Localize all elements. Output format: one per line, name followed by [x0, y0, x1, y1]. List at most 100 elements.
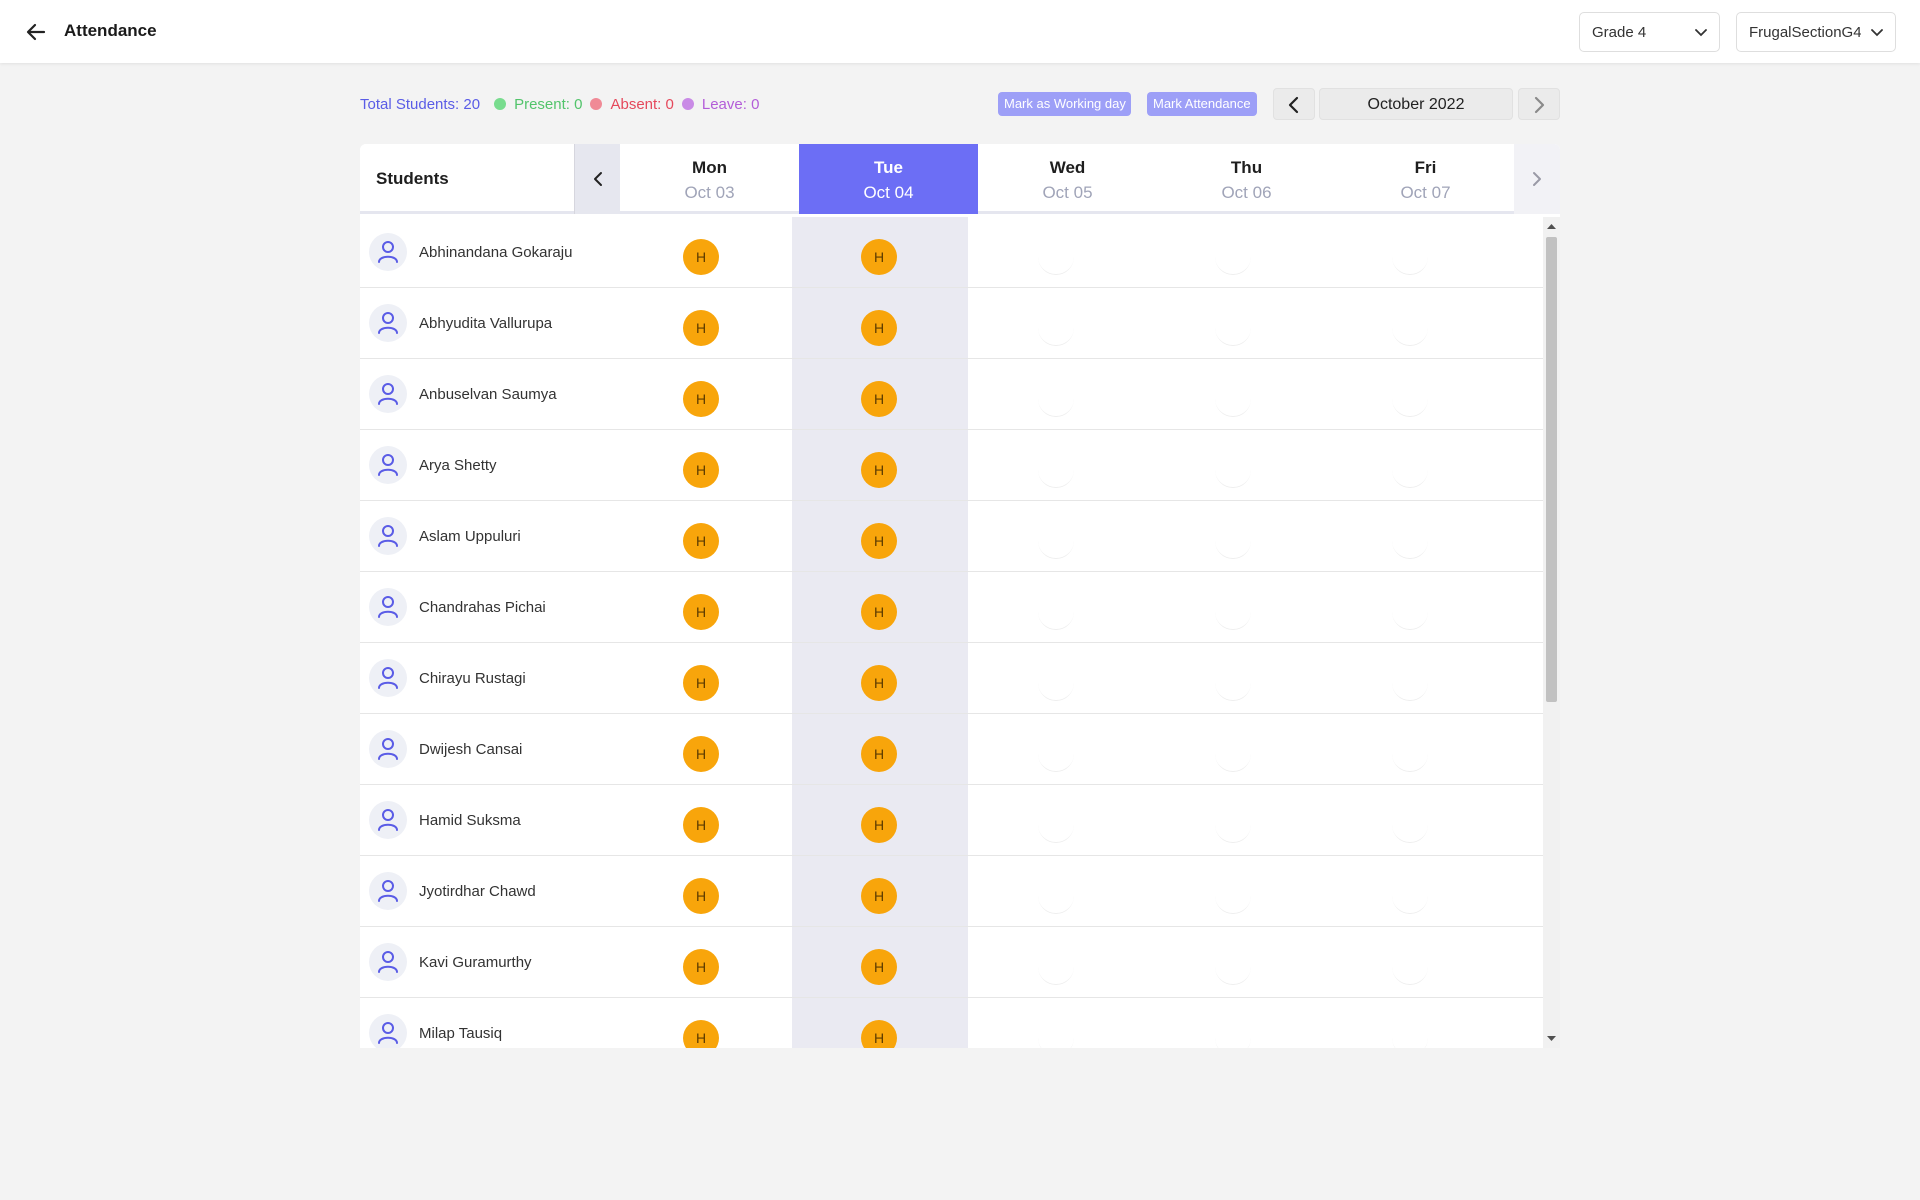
holiday-badge[interactable]: H — [683, 523, 719, 559]
grade-select-value: Grade 4 — [1592, 24, 1647, 41]
attendance-cell-empty[interactable] — [1215, 452, 1251, 488]
holiday-badge[interactable]: H — [861, 878, 897, 914]
holiday-badge[interactable]: H — [861, 239, 897, 275]
attendance-cell-empty[interactable] — [1215, 949, 1251, 985]
attendance-cell-empty[interactable] — [1038, 949, 1074, 985]
section-select[interactable]: FrugalSectionG4 — [1736, 12, 1896, 52]
day-date: Oct 04 — [863, 183, 914, 202]
holiday-badge[interactable]: H — [683, 878, 719, 914]
attendance-cell-empty[interactable] — [1392, 594, 1428, 630]
holiday-badge[interactable]: H — [683, 239, 719, 275]
holiday-badge[interactable]: H — [683, 949, 719, 985]
attendance-cell-empty[interactable] — [1215, 878, 1251, 914]
attendance-table: Students Mon Oct 03 Tue Oct 04 Wed Oct 05 Thu O… — [360, 144, 1560, 1048]
attendance-cell-empty[interactable] — [1215, 523, 1251, 559]
avatar — [369, 659, 407, 697]
table-row: Arya Shetty H H — [360, 430, 1543, 501]
holiday-badge[interactable]: H — [861, 736, 897, 772]
attendance-cell-empty[interactable] — [1038, 878, 1074, 914]
attendance-cell-empty[interactable] — [1215, 239, 1251, 275]
day-header-3[interactable]: Thu Oct 06 — [1157, 144, 1336, 214]
holiday-badge[interactable]: H — [861, 807, 897, 843]
day-date: Oct 03 — [684, 183, 735, 202]
holiday-badge[interactable]: H — [683, 665, 719, 701]
attendance-cell-empty[interactable] — [1038, 807, 1074, 843]
table-row: Jyotirdhar Chawd H H — [360, 856, 1543, 927]
attendance-cell-empty[interactable] — [1392, 736, 1428, 772]
holiday-badge[interactable]: H — [861, 1020, 897, 1048]
user-icon — [378, 312, 398, 334]
scrollbar-thumb[interactable] — [1546, 237, 1557, 702]
attendance-cell-empty[interactable] — [1038, 239, 1074, 275]
holiday-badge[interactable]: H — [861, 452, 897, 488]
attendance-cell-empty[interactable] — [1392, 381, 1428, 417]
holiday-badge[interactable]: H — [861, 665, 897, 701]
chevron-left-icon — [594, 172, 602, 186]
attendance-cell-empty[interactable] — [1038, 1020, 1074, 1048]
day-name: Wed — [1049, 158, 1086, 177]
attendance-cell-empty[interactable] — [1038, 736, 1074, 772]
mark-attendance-button[interactable]: Mark Attendance — [1147, 92, 1257, 116]
attendance-cell-empty[interactable] — [1215, 310, 1251, 346]
holiday-badge[interactable]: H — [861, 949, 897, 985]
table-row: Aslam Uppuluri H H — [360, 501, 1543, 572]
holiday-badge[interactable]: H — [683, 594, 719, 630]
day-name: Tue — [874, 158, 903, 177]
attendance-cell-empty[interactable] — [1215, 594, 1251, 630]
attendance-cell-empty[interactable] — [1038, 310, 1074, 346]
attendance-cell-empty[interactable] — [1038, 523, 1074, 559]
holiday-badge[interactable]: H — [683, 310, 719, 346]
avatar — [369, 943, 407, 981]
attendance-cell-empty[interactable] — [1215, 807, 1251, 843]
attendance-cell-empty[interactable] — [1392, 878, 1428, 914]
holiday-badge[interactable]: H — [683, 381, 719, 417]
attendance-cell-empty[interactable] — [1215, 665, 1251, 701]
attendance-cell-empty[interactable] — [1392, 949, 1428, 985]
table-scrollbar[interactable] — [1543, 217, 1560, 1048]
attendance-cell-empty[interactable] — [1392, 807, 1428, 843]
top-bar: Attendance Grade 4 FrugalSectionG4 — [0, 0, 1920, 63]
day-header-1[interactable]: Tue Oct 04 — [799, 144, 978, 214]
user-icon — [378, 241, 398, 263]
next-days-button[interactable] — [1514, 144, 1560, 214]
back-button[interactable] — [22, 19, 50, 45]
holiday-badge[interactable]: H — [683, 1020, 719, 1048]
holiday-badge[interactable]: H — [861, 523, 897, 559]
attendance-cell-empty[interactable] — [1038, 452, 1074, 488]
attendance-cell-empty[interactable] — [1392, 1020, 1428, 1048]
day-header-4[interactable]: Fri Oct 07 — [1336, 144, 1515, 214]
previous-month-button[interactable] — [1273, 88, 1315, 120]
mark-working-day-button[interactable]: Mark as Working day — [998, 92, 1131, 116]
holiday-badge[interactable]: H — [861, 594, 897, 630]
attendance-cell-empty[interactable] — [1392, 523, 1428, 559]
attendance-cell-empty[interactable] — [1392, 452, 1428, 488]
chevron-down-icon — [1871, 29, 1883, 37]
holiday-badge[interactable]: H — [683, 736, 719, 772]
table-body[interactable]: Abhinandana Gokaraju H H Abhyudita Vallurup… — [360, 217, 1560, 1048]
holiday-badge[interactable]: H — [683, 807, 719, 843]
attendance-cell-empty[interactable] — [1215, 381, 1251, 417]
attendance-cell-empty[interactable] — [1038, 665, 1074, 701]
holiday-badge[interactable]: H — [861, 310, 897, 346]
holiday-badge[interactable]: H — [683, 452, 719, 488]
user-icon — [378, 738, 398, 760]
attendance-cell-empty[interactable] — [1392, 310, 1428, 346]
previous-days-button[interactable] — [574, 144, 620, 214]
next-month-button[interactable] — [1518, 88, 1560, 120]
attendance-cell-empty[interactable] — [1038, 381, 1074, 417]
holiday-badge[interactable]: H — [861, 381, 897, 417]
day-header-2[interactable]: Wed Oct 05 — [978, 144, 1157, 214]
day-header-0[interactable]: Mon Oct 03 — [620, 144, 799, 214]
students-column-header: Students — [376, 169, 449, 188]
present-dot — [494, 98, 507, 110]
attendance-cell-empty[interactable] — [1215, 736, 1251, 772]
attendance-cell-empty[interactable] — [1392, 665, 1428, 701]
scroll-down-arrow-icon[interactable] — [1547, 1034, 1556, 1042]
attendance-cell-empty[interactable] — [1038, 594, 1074, 630]
student-name: Kavi Guramurthy — [419, 954, 532, 971]
scroll-up-arrow-icon[interactable] — [1547, 223, 1556, 231]
attendance-cell-empty[interactable] — [1215, 1020, 1251, 1048]
table-row: Kavi Guramurthy H H — [360, 927, 1543, 998]
attendance-cell-empty[interactable] — [1392, 239, 1428, 275]
grade-select[interactable]: Grade 4 — [1579, 12, 1720, 52]
